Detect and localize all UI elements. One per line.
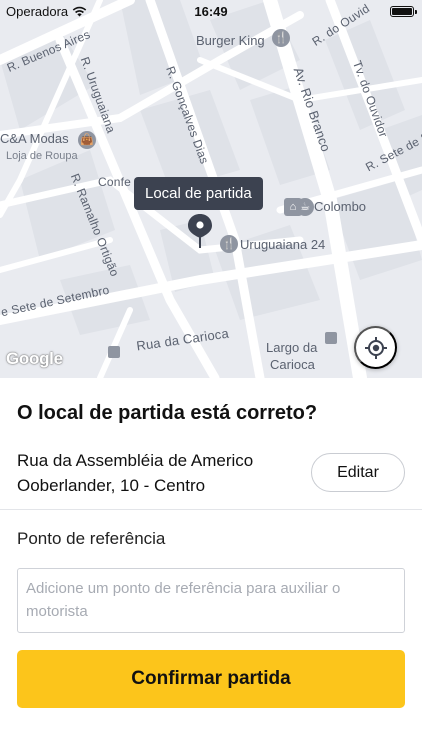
address-line-1: Rua da Assembléia de Americo [17, 451, 254, 470]
poi-largo-da-carioca[interactable]: Largo da [266, 340, 317, 355]
poi-colombo[interactable]: Colombo [314, 199, 366, 214]
reference-point-label: Ponto de referência [17, 529, 166, 548]
poi-largo-da-carioca-line2: Carioca [270, 357, 315, 372]
pickup-tooltip: Local de partida [134, 177, 263, 210]
address-line-2: Ooberlander, 10 - Centro [17, 476, 206, 495]
pickup-confirmation-sheet: O local de partida está correto? Rua da … [0, 378, 422, 750]
battery-icon [390, 6, 417, 17]
clock: 16:49 [194, 4, 228, 19]
edit-address-button[interactable]: Editar [311, 453, 405, 492]
my-location-button[interactable] [354, 326, 397, 369]
restaurant-icon: 🍴 [220, 235, 238, 253]
pickup-address: Rua da Assembléia de Americo Ooberlander… [17, 448, 297, 498]
crosshair-icon [364, 336, 387, 359]
pickup-pin-icon[interactable] [186, 212, 214, 255]
bus-stop-icon [325, 332, 337, 344]
google-logo: Google [6, 349, 63, 368]
reference-point-input[interactable] [17, 568, 405, 633]
poi-ca-modas[interactable]: C&A Modas [0, 131, 69, 146]
poi-burger-king[interactable]: Burger King [196, 33, 265, 48]
confirm-pickup-button[interactable]: Confirmar partida [17, 650, 405, 708]
divider [0, 509, 422, 510]
street-label-confeitaria: Confe [98, 175, 132, 189]
sheet-title: O local de partida está correto? [17, 402, 318, 424]
poi-ca-modas-category: Loja de Roupa [6, 150, 78, 162]
restaurant-icon: 🍴 [272, 29, 290, 47]
shopping-bag-icon: 👜 [78, 131, 96, 149]
bus-stop-icon [108, 346, 120, 358]
poi-uruguaiana-24[interactable]: Uruguaiana 24 [240, 237, 325, 252]
map-view[interactable]: R. Buenos Aires R. Uruguaiana R. Gonçalv… [0, 0, 422, 378]
cafe-icon: ☕ [296, 198, 314, 216]
status-bar: Operadora 16:49 [0, 0, 422, 22]
